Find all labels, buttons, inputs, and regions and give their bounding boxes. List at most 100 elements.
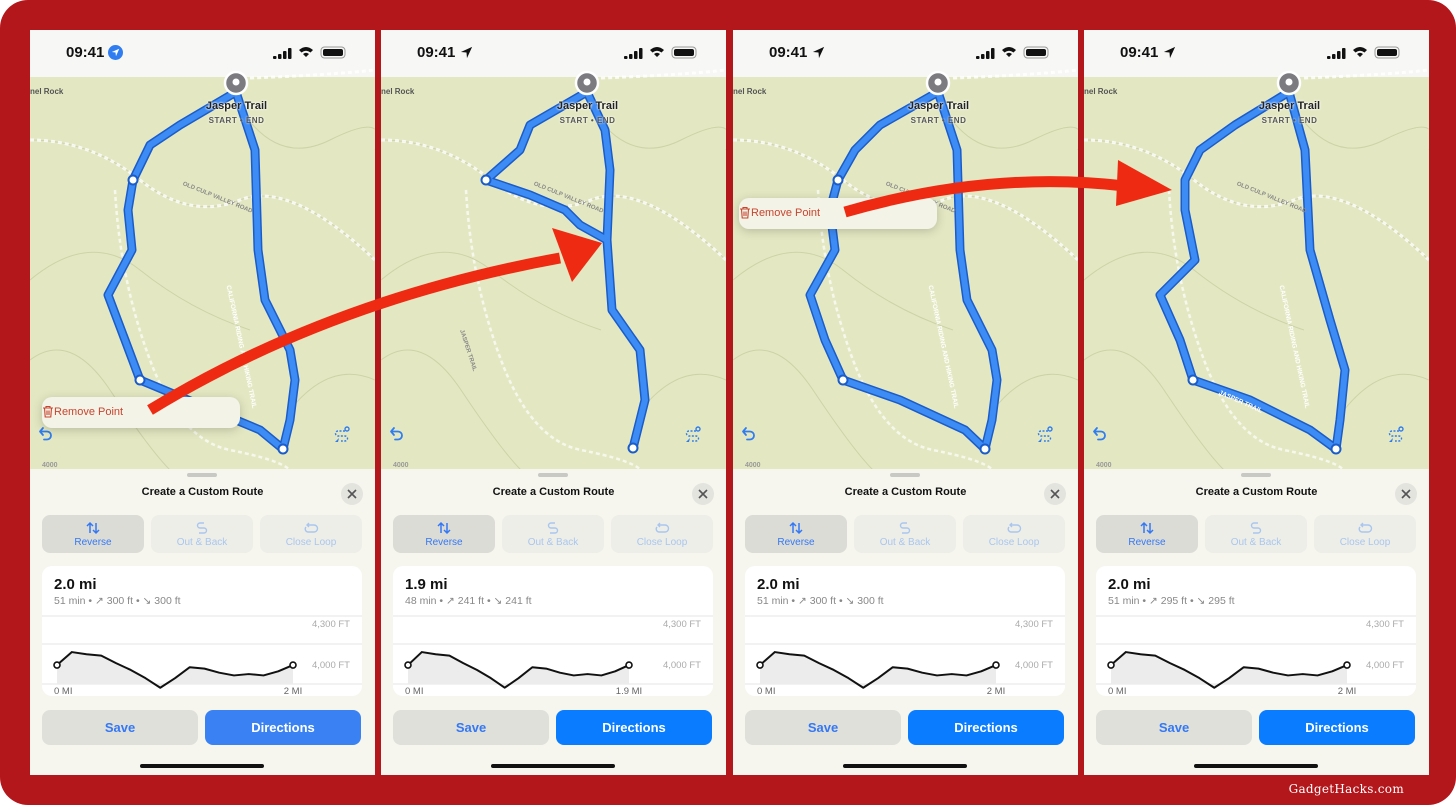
undo-icon <box>390 427 403 441</box>
remove-point-menu-item[interactable]: Remove Point <box>42 397 240 428</box>
remove-point-menu-item[interactable]: Remove Point <box>739 198 937 229</box>
save-button[interactable]: Save <box>42 710 198 745</box>
phone-screen: 09:41 Jasper Trail START • END nel Rock OLD … <box>30 30 375 775</box>
road <box>381 138 726 262</box>
route-line[interactable] <box>935 89 1000 452</box>
route-waypoint[interactable] <box>979 443 991 455</box>
custom-route-icon <box>1037 426 1053 442</box>
elevation-endpoint <box>756 661 764 669</box>
sheet-grabber[interactable] <box>890 473 920 477</box>
reverse-label: Reverse <box>777 537 815 548</box>
directions-button[interactable]: Directions <box>908 710 1064 745</box>
out-and-back-button[interactable]: Out & Back <box>1205 515 1307 553</box>
reverse-button[interactable]: Reverse <box>1096 515 1198 553</box>
close-loop-button[interactable]: Close Loop <box>611 515 713 553</box>
reverse-button[interactable]: Reverse <box>393 515 495 553</box>
close-loop-button[interactable]: Close Loop <box>963 515 1065 553</box>
map-view[interactable]: Jasper Trail START • END nel Rock OLD CULP … <box>30 68 375 507</box>
contour-line <box>381 251 602 331</box>
map-canvas[interactable] <box>733 30 1078 470</box>
phone-screen: 09:41 Jasper Trail START • END nel Rock OLD … <box>1084 30 1429 775</box>
close-loop-button[interactable]: Close Loop <box>1314 515 1416 553</box>
sheet-grabber[interactable] <box>187 473 217 477</box>
custom-route-icon <box>1388 426 1404 442</box>
out-and-back-icon <box>196 522 208 534</box>
elevation-endpoint <box>1343 661 1351 669</box>
close-button[interactable] <box>692 483 714 505</box>
contour-line <box>733 251 954 331</box>
out-and-back-label: Out & Back <box>176 537 228 548</box>
route-waypoint[interactable] <box>1187 374 1199 386</box>
map-view[interactable]: Jasper Trail START • END nel Rock OLD CULP … <box>1084 68 1429 507</box>
elevation-area <box>1111 652 1347 688</box>
out-and-back-button[interactable]: Out & Back <box>502 515 604 553</box>
separator: • ↘ <box>484 595 506 607</box>
route-waypoint[interactable] <box>1330 443 1342 455</box>
trailhead-pin-icon[interactable] <box>223 70 249 96</box>
out-and-back-button[interactable]: Out & Back <box>151 515 253 553</box>
out-and-back-button[interactable]: Out & Back <box>854 515 956 553</box>
save-button[interactable]: Save <box>393 710 549 745</box>
save-button[interactable]: Save <box>1096 710 1252 745</box>
reverse-arrows-icon <box>1140 521 1154 535</box>
route-waypoint[interactable] <box>134 374 146 386</box>
close-button[interactable] <box>1395 483 1417 505</box>
route-line[interactable] <box>483 89 610 243</box>
trash-icon <box>740 206 750 219</box>
y-top-label: 4,300 FT <box>663 619 701 630</box>
close-loop-button[interactable]: Close Loop <box>260 515 362 553</box>
route-waypoint[interactable] <box>480 174 492 186</box>
trailhead-pin-icon[interactable] <box>925 70 951 96</box>
close-button[interactable] <box>341 483 363 505</box>
route-stats-card: 1.9 mi 48 min • ↗ 241 ft • ↘ 241 ft 4,300 … <box>393 566 713 696</box>
home-indicator <box>140 764 264 768</box>
contour-line <box>381 349 522 470</box>
save-button[interactable]: Save <box>745 710 901 745</box>
ascent: 241 ft <box>457 595 485 607</box>
watermark: GadgetHacks.com <box>1288 782 1404 796</box>
y-top-label: 4,300 FT <box>312 619 350 630</box>
trail-name-label: Jasper Trail <box>907 100 970 112</box>
sheet-grabber[interactable] <box>1241 473 1271 477</box>
sheet-grabber[interactable] <box>538 473 568 477</box>
route-line[interactable] <box>233 89 298 452</box>
trailhead-pin-icon[interactable] <box>574 70 600 96</box>
out-and-back-label: Out & Back <box>879 537 931 548</box>
elevation-chart: 4,300 FT 4,000 FT 0 MI 2 MI <box>42 615 362 696</box>
reverse-label: Reverse <box>425 537 463 548</box>
trailhead-pin-icon[interactable] <box>1276 70 1302 96</box>
close-loop-icon <box>304 522 319 533</box>
road <box>1084 138 1429 262</box>
reverse-button[interactable]: Reverse <box>745 515 847 553</box>
reverse-arrows-icon <box>789 521 803 535</box>
directions-button[interactable]: Directions <box>1259 710 1415 745</box>
route-waypoint[interactable] <box>627 442 639 454</box>
route-metadata: 51 min • ↗ 295 ft • ↘ 295 ft <box>1108 595 1235 607</box>
route-waypoint[interactable] <box>277 443 289 455</box>
route-waypoint[interactable] <box>832 174 844 186</box>
out-and-back-icon <box>899 522 911 534</box>
close-icon <box>1050 489 1060 499</box>
directions-button[interactable]: Directions <box>556 710 712 745</box>
map-canvas[interactable] <box>1084 30 1429 470</box>
route-waypoint[interactable] <box>837 374 849 386</box>
elevation-endpoint <box>404 661 412 669</box>
route-line[interactable] <box>584 89 648 451</box>
route-waypoint[interactable] <box>127 174 139 186</box>
close-button[interactable] <box>1044 483 1066 505</box>
elevation-area <box>408 652 629 688</box>
map-view[interactable]: Jasper Trail START • END nel Rock OLD CULP … <box>381 68 726 507</box>
reverse-arrows-icon <box>86 521 100 535</box>
close-loop-icon <box>1358 522 1373 533</box>
remove-point-label: Remove Point <box>751 207 821 219</box>
elevation-endpoint <box>53 661 61 669</box>
elevation-endpoint <box>625 661 633 669</box>
map-view[interactable]: Jasper Trail START • END nel Rock OLD CULP … <box>733 68 1078 507</box>
reverse-button[interactable]: Reverse <box>42 515 144 553</box>
x-start-label: 0 MI <box>54 686 72 696</box>
map-canvas[interactable] <box>381 30 726 470</box>
place-label: nel Rock <box>381 87 415 96</box>
directions-button[interactable]: Directions <box>205 710 361 745</box>
contour-line <box>640 373 726 411</box>
y-bottom-label: 4,000 FT <box>312 660 350 671</box>
